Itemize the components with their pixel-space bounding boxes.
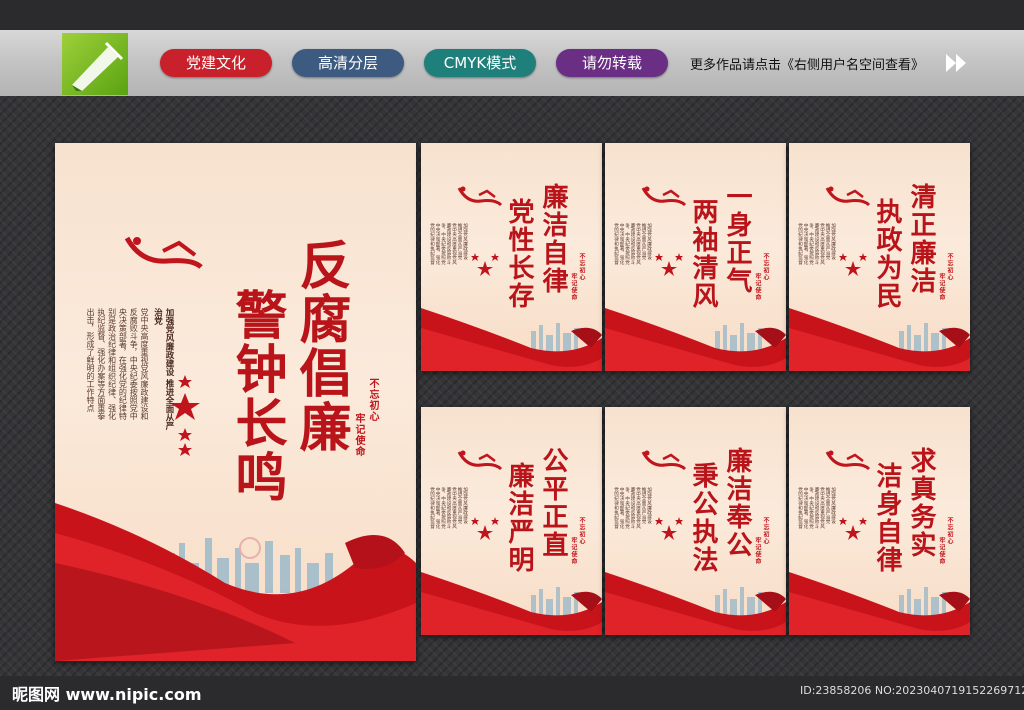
city-skyline <box>899 323 946 353</box>
poster-body-text: 加强党风廉政建设 推进全面从严治党 党中央高度重视党风 廉政建设和反腐败斗 争，… <box>797 487 836 529</box>
more-works-note[interactable]: 更多作品请点击《右侧用户名空间查看》 <box>690 54 924 73</box>
poster-title-left: 廉洁严明 <box>504 462 534 574</box>
poster-title-left: 党性长存 <box>504 198 534 310</box>
star-cluster-icon <box>839 517 867 540</box>
poster-seal-stay-true: 不忘初心 <box>578 253 585 281</box>
poster-title-right: 一身正气 <box>722 183 752 295</box>
china-dream-emblem-icon <box>457 186 503 207</box>
poster-seal-stay-true: 不忘初心 <box>762 253 769 281</box>
image-id-watermark: ID:23858206 NO:20230407191522697123 <box>800 684 1024 697</box>
china-dream-emblem-icon <box>124 236 203 269</box>
poster-seal-mission: 牢记使命 <box>570 537 577 565</box>
poster-seal-stay-true: 不忘初心 <box>946 253 953 281</box>
main-subtitle: 加强党风廉政建设 推进全面从严治党 <box>152 308 174 430</box>
main-title-left: 警钟长鸣 <box>226 288 287 504</box>
star-cluster-icon <box>655 517 683 540</box>
china-dream-emblem-icon <box>457 450 503 471</box>
main-title-right: 反腐倡廉 <box>290 238 351 454</box>
china-dream-emblem-icon <box>641 186 687 207</box>
main-poster: 反腐倡廉 警钟长鸣 加强党风廉政建设 推进全面从严治党 党中央高度重视党风廉政建… <box>55 143 416 661</box>
poster-seal-mission: 牢记使命 <box>938 273 945 301</box>
china-dream-emblem-icon <box>825 186 871 207</box>
pill-hd-layers[interactable]: 高清分层 <box>292 49 404 77</box>
city-skyline <box>715 587 762 617</box>
poster-title-right: 廉洁自律 <box>538 183 568 295</box>
main-body-text: 党中央高度重视党风廉政建设和反腐败斗争，中央纪委按照党中央决策部署，在强化党的纪… <box>86 308 149 420</box>
poster-title-right: 清正廉洁 <box>906 183 936 295</box>
small-poster-6: 求真务实 洁身自律 加强党风廉政建设 推进全面从严治党 党中央高度重视党风 廉政… <box>789 407 970 635</box>
pill-party-culture[interactable]: 党建文化 <box>160 49 272 77</box>
star-cluster-icon <box>471 253 499 276</box>
poster-title-left: 洁身自律 <box>872 462 902 574</box>
poster-body-text: 加强党风廉政建设 推进全面从严治党 党中央高度重视党风 廉政建设和反腐败斗 争，… <box>613 487 652 529</box>
seal-stay-true: 不忘初心 <box>367 378 378 422</box>
poster-seal-mission: 牢记使命 <box>938 537 945 565</box>
poster-title-right: 公平正直 <box>538 447 568 559</box>
star-cluster-icon <box>471 517 499 540</box>
poster-seal-mission: 牢记使命 <box>754 273 761 301</box>
small-poster-3: 清正廉洁 执政为民 加强党风廉政建设 推进全面从严治党 党中央高度重视党风 廉政… <box>789 143 970 371</box>
poster-body-text: 加强党风廉政建设 推进全面从严治党 党中央高度重视党风 廉政建设和反腐败斗 争，… <box>429 223 468 265</box>
pill-cmyk[interactable]: CMYK模式 <box>424 49 536 77</box>
small-poster-4: 公平正直 廉洁严明 加强党风廉政建设 推进全面从严治党 党中央高度重视党风 廉政… <box>421 407 602 635</box>
china-dream-emblem-icon <box>825 450 871 471</box>
poster-seal-stay-true: 不忘初心 <box>946 517 953 545</box>
city-skyline <box>715 323 762 353</box>
poster-seal-stay-true: 不忘初心 <box>578 517 585 545</box>
poster-title-left: 两袖清风 <box>688 198 718 310</box>
poster-title-left: 执政为民 <box>872 198 902 310</box>
star-cluster-icon <box>170 375 200 456</box>
china-dream-emblem-icon <box>641 450 687 471</box>
poster-body-text: 加强党风廉政建设 推进全面从严治党 党中央高度重视党风 廉政建设和反腐败斗 争，… <box>797 223 836 265</box>
brush-logo-icon <box>62 33 128 95</box>
poster-title-right: 求真务实 <box>906 447 936 559</box>
seal-mission: 牢记使命 <box>353 413 364 457</box>
small-poster-5: 廉洁奉公 秉公执法 加强党风廉政建设 推进全面从严治党 党中央高度重视党风 廉政… <box>605 407 786 635</box>
poster-title-right: 廉洁奉公 <box>722 447 752 559</box>
city-skyline <box>531 323 578 353</box>
poster-seal-mission: 牢记使命 <box>754 537 761 565</box>
poster-body-text: 加强党风廉政建设 推进全面从严治党 党中央高度重视党风 廉政建设和反腐败斗 争，… <box>613 223 652 265</box>
small-poster-1: 廉洁自律 党性长存 加强党风廉政建设 推进全面从严治党 党中央高度重视党风 廉政… <box>421 143 602 371</box>
site-watermark: 昵图网 www.nipic.com <box>12 685 202 704</box>
city-skyline <box>531 587 578 617</box>
double-arrow-icon[interactable] <box>944 52 970 78</box>
poster-seal-mission: 牢记使命 <box>570 273 577 301</box>
poster-body-text: 加强党风廉政建设 推进全面从严治党 党中央高度重视党风 廉政建设和反腐败斗 争，… <box>429 487 468 529</box>
poster-title-left: 秉公执法 <box>688 462 718 574</box>
poster-seal-stay-true: 不忘初心 <box>762 517 769 545</box>
city-skyline <box>899 587 946 617</box>
pill-no-repost[interactable]: 请勿转载 <box>556 49 668 77</box>
star-cluster-icon <box>839 253 867 276</box>
star-cluster-icon <box>655 253 683 276</box>
small-poster-2: 一身正气 两袖清风 加强党风廉政建设 推进全面从严治党 党中央高度重视党风 廉政… <box>605 143 786 371</box>
